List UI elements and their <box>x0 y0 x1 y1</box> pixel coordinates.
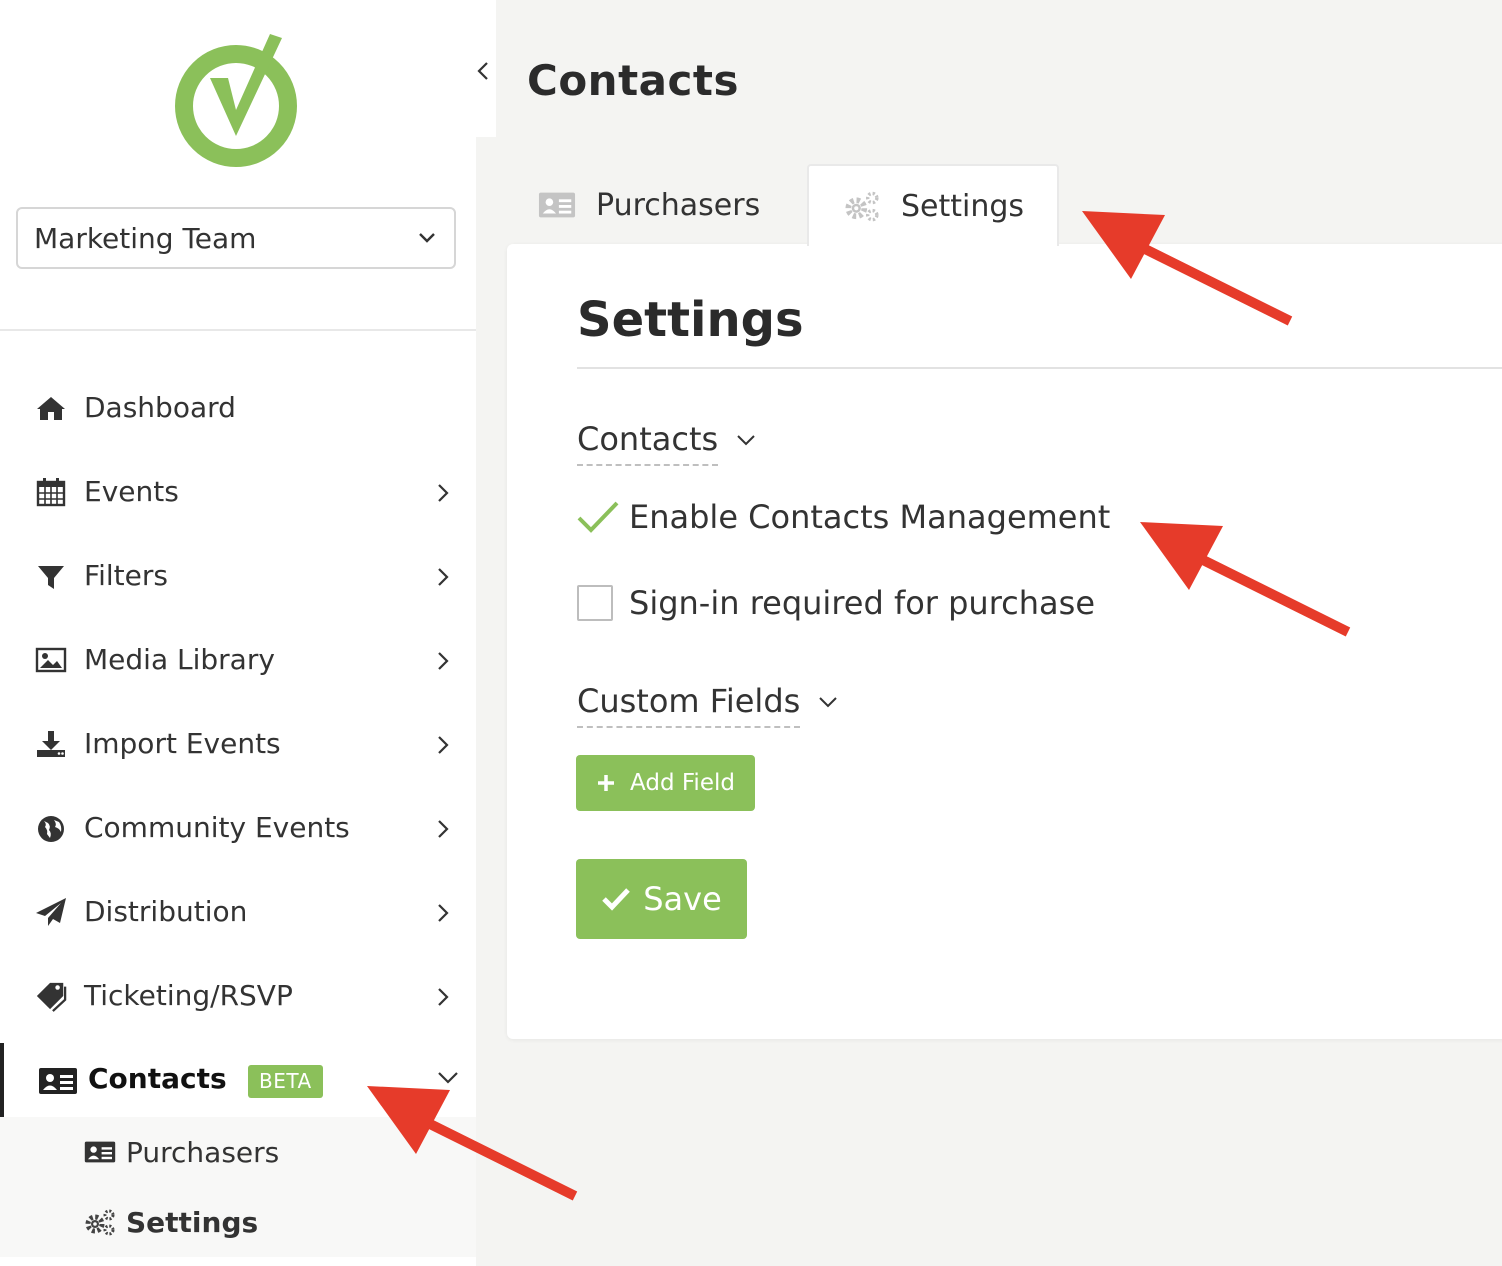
chevron-right-icon <box>432 816 454 842</box>
sidebar-subitem-settings[interactable]: Settings <box>84 1197 464 1247</box>
sidebar-item-label: Community Events <box>84 811 350 844</box>
image-icon <box>34 644 68 676</box>
sidebar-item-label: Dashboard <box>84 391 236 424</box>
save-button-label: Save <box>643 880 722 918</box>
chevron-right-icon <box>432 648 454 674</box>
sidebar: Marketing Team Dashboard Events Filters … <box>0 0 496 1266</box>
sidebar-subitem-label: Settings <box>126 1205 259 1239</box>
sidebar-item-label: Distribution <box>84 895 248 928</box>
globe-icon <box>34 812 68 844</box>
collapse-sidebar-button[interactable] <box>470 56 496 86</box>
chevron-right-icon <box>432 900 454 926</box>
sidebar-item-label: Media Library <box>84 643 275 676</box>
option-label: Enable Contacts Management <box>629 498 1111 536</box>
chevron-right-icon <box>432 732 454 758</box>
contacts-section-toggle[interactable]: Contacts <box>577 420 758 466</box>
tab-label: Settings <box>901 188 1025 224</box>
sidebar-item-label: Events <box>84 475 179 508</box>
sidebar-item-ticketing-rsvp[interactable]: Ticketing/RSVP <box>0 966 476 1026</box>
add-field-button[interactable]: Add Field <box>576 755 755 811</box>
settings-panel: Settings Contacts Enable Contacts Manage… <box>507 244 1502 1039</box>
home-icon <box>34 392 68 424</box>
gears-icon <box>843 190 883 222</box>
tags-icon <box>34 980 68 1012</box>
chevron-right-icon <box>432 480 454 506</box>
contact-card-icon <box>38 1065 78 1097</box>
panel-divider <box>577 367 1502 369</box>
team-select-value: Marketing Team <box>34 221 257 255</box>
paper-plane-icon <box>34 896 68 928</box>
chevron-down-icon <box>816 690 840 714</box>
chevron-right-icon <box>432 984 454 1010</box>
sidebar-item-import-events[interactable]: Import Events <box>0 714 476 774</box>
sidebar-item-label: Filters <box>84 559 168 592</box>
sidebar-item-label: Contacts <box>88 1062 227 1095</box>
team-select[interactable]: Marketing Team <box>16 207 456 269</box>
checkmark-icon <box>602 888 631 911</box>
beta-badge: BETA <box>248 1065 323 1098</box>
calendar-icon <box>34 476 68 508</box>
sign-in-required-option[interactable]: Sign-in required for purchase <box>577 584 1095 622</box>
enable-contacts-management-option[interactable]: Enable Contacts Management <box>577 498 1110 536</box>
contact-card-icon <box>538 189 578 221</box>
checkmark-icon <box>577 500 619 534</box>
sidebar-item-community-events[interactable]: Community Events <box>0 798 476 858</box>
chevron-left-icon <box>477 62 488 80</box>
sidebar-subitem-label: Purchasers <box>126 1135 280 1169</box>
chevron-down-icon <box>416 222 438 255</box>
panel-title: Settings <box>577 292 804 348</box>
sign-in-required-checkbox[interactable] <box>577 585 613 621</box>
tab-label: Purchasers <box>596 187 761 223</box>
plus-icon <box>598 775 615 791</box>
sidebar-item-label: Import Events <box>84 727 281 760</box>
chevron-down-icon <box>436 1065 460 1089</box>
filter-icon <box>34 560 68 592</box>
brand-logo-icon <box>170 30 302 170</box>
custom-fields-section-toggle[interactable]: Custom Fields <box>577 682 840 728</box>
contacts-subnav: Purchasers Settings <box>0 1117 476 1257</box>
add-field-button-label: Add Field <box>630 770 735 796</box>
sidebar-item-contacts[interactable]: Contacts BETA <box>0 1043 476 1117</box>
sidebar-item-distribution[interactable]: Distribution <box>0 882 476 942</box>
chevron-down-icon <box>734 428 758 452</box>
sidebar-item-dashboard[interactable]: Dashboard <box>0 378 476 438</box>
sidebar-item-events[interactable]: Events <box>0 462 476 522</box>
section-label: Custom Fields <box>577 682 801 728</box>
contact-card-icon <box>84 1137 118 1167</box>
tab-settings[interactable]: Settings <box>807 164 1059 246</box>
sidebar-item-filters[interactable]: Filters <box>0 546 476 606</box>
chevron-right-icon <box>432 564 454 590</box>
option-label: Sign-in required for purchase <box>629 584 1095 622</box>
sidebar-divider <box>0 329 476 331</box>
gears-icon <box>84 1207 118 1237</box>
download-icon <box>34 728 68 760</box>
sidebar-item-media-library[interactable]: Media Library <box>0 630 476 690</box>
tab-purchasers[interactable]: Purchasers <box>538 164 798 246</box>
sidebar-item-label: Ticketing/RSVP <box>84 979 293 1012</box>
page-title: Contacts <box>527 56 739 105</box>
section-label: Contacts <box>577 420 719 466</box>
save-button[interactable]: Save <box>576 859 747 939</box>
sidebar-subitem-purchasers[interactable]: Purchasers <box>84 1127 464 1177</box>
